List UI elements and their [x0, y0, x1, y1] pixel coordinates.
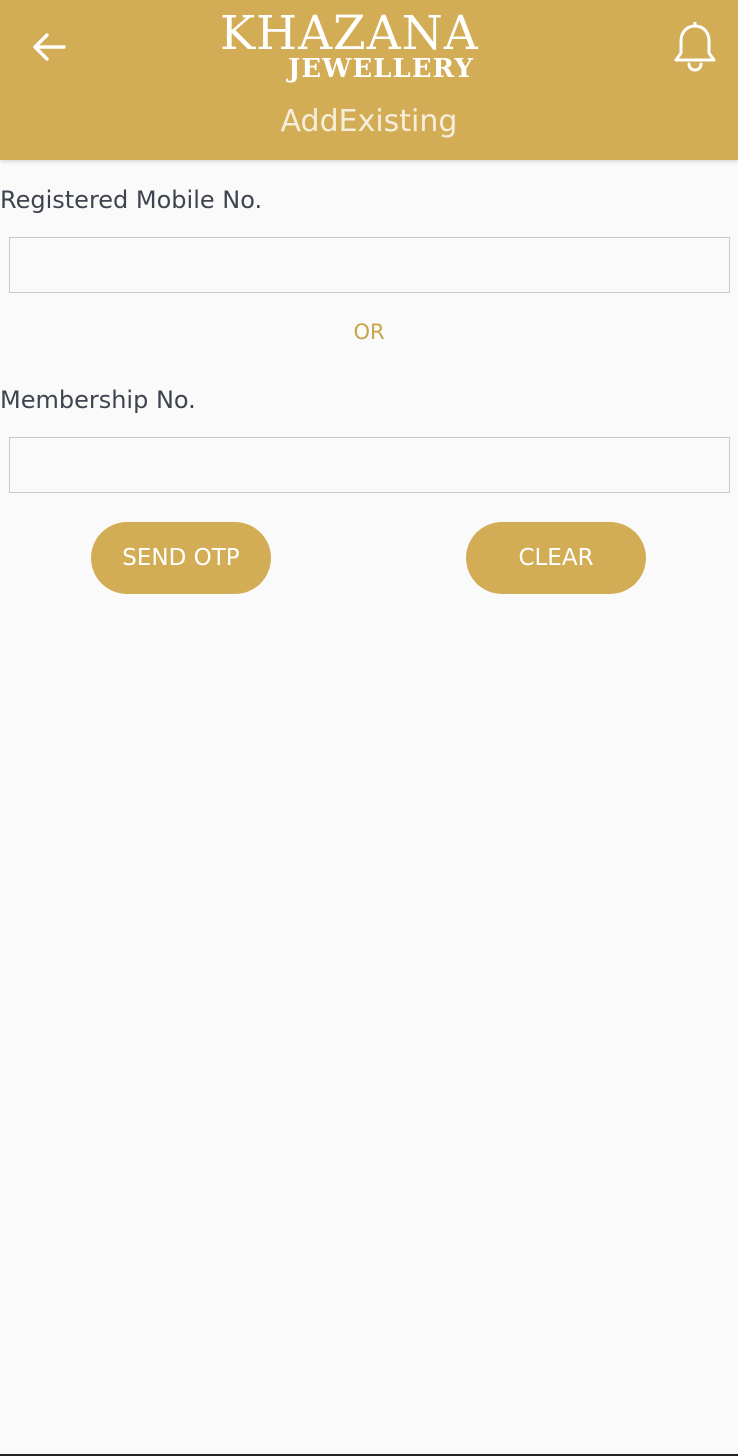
membership-number-label: Membership No.: [0, 386, 196, 414]
membership-number-input[interactable]: [9, 437, 730, 493]
mobile-number-label: Registered Mobile No.: [0, 186, 263, 214]
clear-button[interactable]: CLEAR: [466, 522, 646, 594]
brand-logo: KHAZANA JEWELLERY: [220, 10, 565, 90]
logo-main-text: KHAZANA: [220, 6, 479, 61]
mobile-number-input[interactable]: [9, 237, 730, 293]
bell-icon: [674, 22, 716, 72]
arrow-left-icon: [33, 33, 66, 61]
page-title: AddExisting: [280, 104, 458, 139]
add-existing-screen: KHAZANA JEWELLERY AddExisting Registered…: [0, 0, 738, 1456]
app-bar: KHAZANA JEWELLERY AddExisting: [0, 0, 738, 160]
notifications-button[interactable]: [666, 18, 724, 76]
or-separator: OR: [353, 320, 385, 344]
back-button[interactable]: [24, 22, 74, 72]
logo-sub-text: JEWELLERY: [288, 54, 474, 84]
send-otp-button[interactable]: SEND OTP: [91, 522, 271, 594]
